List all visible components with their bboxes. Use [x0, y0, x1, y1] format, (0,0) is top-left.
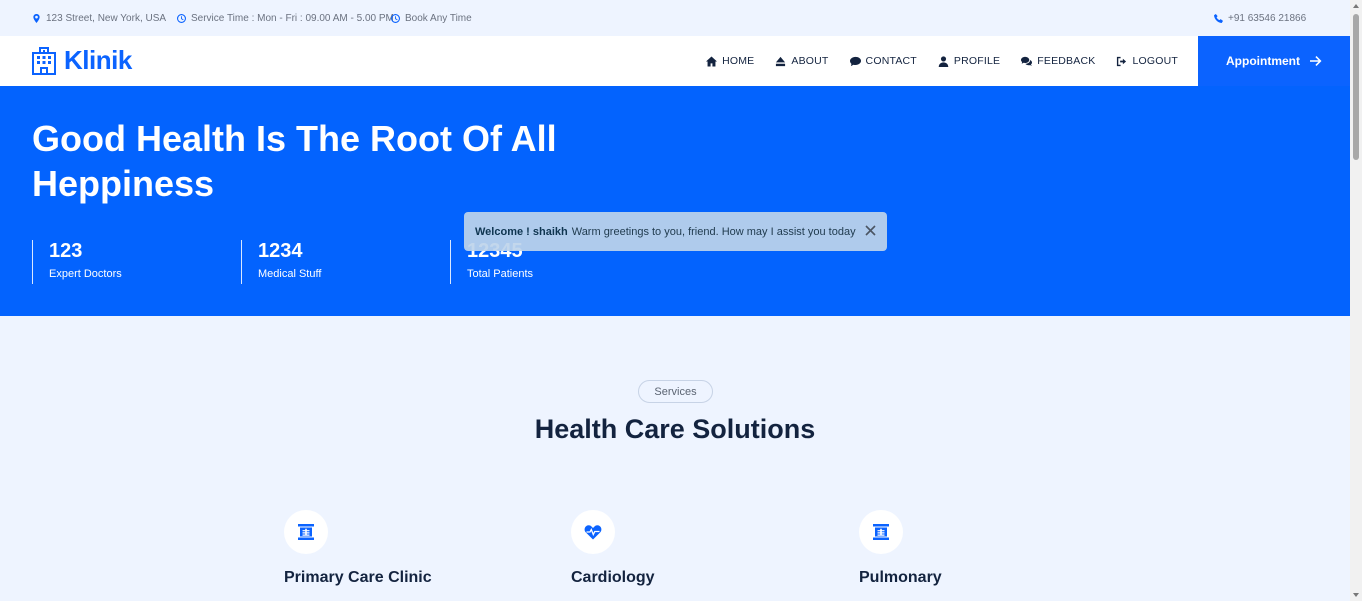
- scrollbar-thumb[interactable]: [1353, 14, 1359, 160]
- stat-label: Expert Doctors: [49, 268, 122, 280]
- service-title-pulmonary[interactable]: Pulmonary: [859, 569, 942, 587]
- map-marker-icon: [33, 14, 40, 23]
- service-title-primary-care[interactable]: Primary Care Clinic: [284, 569, 432, 587]
- nav-about[interactable]: ABOUT: [775, 55, 828, 67]
- top-info-bar: 123 Street, New York, USA Service Time :…: [0, 0, 1350, 36]
- user-icon: [938, 55, 949, 67]
- stat-label: Medical Stuff: [258, 268, 322, 280]
- book-info: Book Any Time: [391, 13, 472, 24]
- heartbeat-icon: [584, 525, 602, 540]
- toast-message: Warm greetings to you, friend. How may I…: [571, 225, 856, 238]
- toast-close-button[interactable]: [864, 224, 877, 237]
- service-icon-pulmonary: [859, 510, 903, 554]
- phone-text: +91 63546 21866: [1228, 13, 1307, 24]
- comment-icon: [849, 56, 861, 66]
- address-text: 123 Street, New York, USA: [46, 13, 167, 24]
- clock-icon: [391, 14, 400, 23]
- appointment-label: Appointment: [1226, 54, 1300, 68]
- phone-info[interactable]: +91 63546 21866: [1214, 13, 1306, 24]
- x-ray-icon: [298, 524, 314, 540]
- stat-expert-doctors: 123 Expert Doctors: [32, 240, 122, 284]
- nav-profile[interactable]: PROFILE: [938, 55, 1000, 67]
- service-icon-cardiology: [571, 510, 615, 554]
- nav-home-label: HOME: [722, 55, 755, 67]
- nav-feedback[interactable]: FEEDBACK: [1021, 55, 1095, 67]
- welcome-toast: Welcome ! shaikh Warm greetings to you, …: [464, 212, 887, 251]
- service-time-info: Service Time : Mon - Fri : 09.00 AM - 5.…: [177, 13, 394, 24]
- clock-icon: [177, 14, 186, 23]
- address-info: 123 Street, New York, USA: [32, 13, 166, 24]
- stat-value: 123: [49, 240, 83, 262]
- phone-icon: [1214, 14, 1223, 23]
- eject-icon: [776, 56, 786, 66]
- comments-icon: [1021, 56, 1033, 66]
- book-text: Book Any Time: [405, 13, 472, 24]
- brand-logo[interactable]: Klinik: [32, 45, 132, 76]
- nav-logout[interactable]: LOGOUT: [1116, 55, 1178, 67]
- service-title-cardiology[interactable]: Cardiology: [571, 569, 655, 587]
- sign-out-icon: [1117, 56, 1127, 66]
- nav-about-label: ABOUT: [791, 55, 829, 67]
- appointment-button[interactable]: Appointment: [1198, 36, 1350, 86]
- main-navbar: Klinik HOME ABOUT CONTACT PROFILE FEEDBA…: [0, 36, 1198, 86]
- services-pill: Services: [638, 380, 713, 403]
- x-ray-icon: [873, 524, 889, 540]
- nav-contact[interactable]: CONTACT: [849, 55, 917, 67]
- nav-profile-label: PROFILE: [953, 55, 1001, 67]
- hero-title: Good Health Is The Root Of All Heppiness: [32, 118, 557, 204]
- stat-value: 1234: [258, 240, 303, 262]
- nav-logout-label: LOGOUT: [1132, 55, 1178, 67]
- nav-menu: HOME ABOUT CONTACT PROFILE FEEDBACK LOGO…: [706, 55, 1178, 67]
- nav-contact-label: CONTACT: [865, 55, 917, 67]
- nav-feedback-label: FEEDBACK: [1037, 55, 1096, 67]
- home-icon: [706, 55, 718, 67]
- arrow-right-icon: [1310, 56, 1322, 66]
- service-time-text: Service Time : Mon - Fri : 09.00 AM - 5.…: [191, 13, 394, 24]
- nav-home[interactable]: HOME: [706, 55, 754, 67]
- brand-name: Klinik: [64, 45, 132, 75]
- stat-label: Total Patients: [467, 268, 534, 280]
- hospital-icon: [32, 46, 56, 75]
- page-scrollbar[interactable]: [1350, 0, 1362, 601]
- close-icon: [865, 225, 876, 236]
- stat-medical-staff: 1234 Medical Stuff: [241, 240, 321, 284]
- scroll-down-icon[interactable]: [1353, 593, 1359, 597]
- service-icon-primary-care: [284, 510, 328, 554]
- scroll-up-icon[interactable]: [1353, 4, 1359, 8]
- section-title: Health Care Solutions: [534, 414, 816, 444]
- toast-greeting: Welcome ! shaikh: [475, 225, 568, 238]
- hero-section: Good Health Is The Root Of All Heppiness…: [0, 86, 1350, 316]
